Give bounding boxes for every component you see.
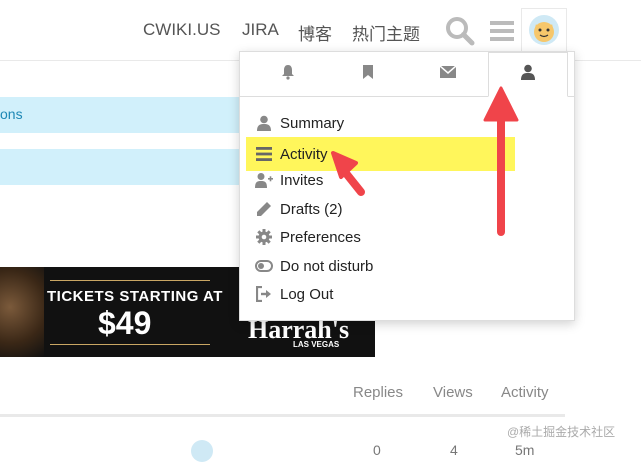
tab-messages[interactable]: [408, 52, 488, 96]
user-icon: [521, 64, 535, 85]
user-menu-panel: Summary Activity Invites Drafts (2) Pref…: [239, 51, 575, 321]
avatar[interactable]: [191, 440, 213, 462]
nav-link-cwiki[interactable]: CWIKI.US: [143, 20, 220, 40]
topic-replies-count: 0: [373, 442, 381, 458]
bell-icon: [280, 64, 296, 85]
ad-divider: [50, 280, 210, 281]
menu-item-label: Activity: [280, 145, 328, 163]
menu-item-label: Preferences: [280, 228, 361, 246]
menu-item-label: Log Out: [280, 285, 334, 303]
nav-link-hot-topics[interactable]: 热门主题: [352, 20, 420, 45]
envelope-icon: [439, 65, 457, 83]
search-icon[interactable]: [445, 16, 475, 46]
nav-link-blog[interactable]: 博客: [298, 20, 332, 45]
menu-item-drafts[interactable]: Drafts (2): [246, 195, 516, 223]
hamburger-menu-icon[interactable]: [488, 16, 518, 46]
menu-item-label: Drafts (2): [280, 200, 343, 218]
notice-banner: [0, 97, 240, 133]
column-header-replies[interactable]: Replies: [353, 384, 403, 401]
user-menu-tabs: [240, 52, 574, 97]
sign-out-icon: [255, 285, 273, 303]
menu-item-summary[interactable]: Summary: [246, 109, 516, 137]
tab-notifications[interactable]: [248, 52, 328, 96]
topic-views-count: 4: [450, 442, 458, 458]
nav-link-jira[interactable]: JIRA: [242, 20, 279, 40]
tab-bookmarks[interactable]: [328, 52, 408, 96]
topic-activity-time[interactable]: 5m: [515, 442, 534, 458]
gear-icon: [255, 228, 273, 246]
stream-icon: [255, 145, 273, 163]
menu-item-label: Summary: [280, 114, 345, 132]
menu-item-label: Do not disturb: [280, 257, 374, 275]
column-header-views[interactable]: Views: [433, 384, 473, 401]
bookmark-icon: [361, 64, 375, 85]
ad-portrait-image: [0, 267, 44, 357]
toggle-off-icon: [255, 257, 273, 275]
user-plus-icon: [255, 171, 273, 189]
menu-item-label: Invites: [280, 171, 324, 189]
ad-headline: TICKETS STARTING AT: [47, 288, 223, 305]
column-header-activity[interactable]: Activity: [501, 384, 549, 401]
table-divider: [0, 414, 565, 417]
menu-item-preferences[interactable]: Preferences: [246, 223, 516, 251]
watermark: @稀土掘金技术社区: [507, 425, 616, 439]
user-icon: [255, 114, 273, 132]
notice-banner: [0, 149, 240, 185]
ad-price: $49: [98, 305, 152, 341]
menu-item-log-out[interactable]: Log Out: [246, 280, 516, 308]
avatar-image: [529, 15, 559, 45]
ad-city: LAS VEGAS: [293, 340, 340, 349]
tab-profile[interactable]: [488, 52, 568, 97]
notice-banner-link[interactable]: ons: [0, 106, 23, 122]
menu-item-invites[interactable]: Invites: [246, 166, 516, 194]
ad-divider: [50, 344, 210, 345]
menu-item-do-not-disturb[interactable]: Do not disturb: [246, 252, 516, 280]
avatar[interactable]: [521, 8, 567, 52]
pencil-icon: [255, 200, 273, 218]
